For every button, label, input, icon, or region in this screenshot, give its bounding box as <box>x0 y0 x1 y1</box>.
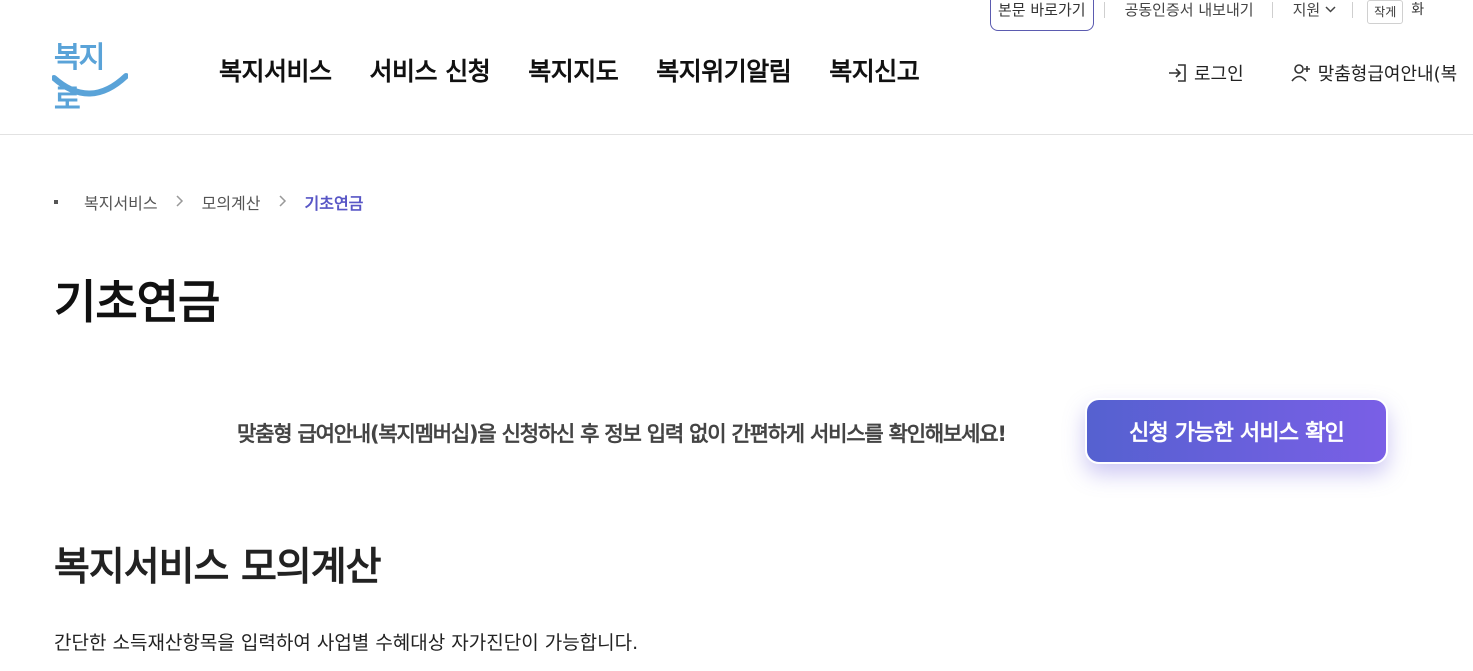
custom-benefit-label: 맞춤형급여안내(복 <box>1317 64 1458 85</box>
header-divider <box>0 134 1473 135</box>
nav-welfare-map[interactable]: 복지지도 <box>528 52 619 88</box>
site-logo[interactable]: 복지로 <box>52 34 128 116</box>
nav-crisis-alert[interactable]: 복지위기알림 <box>656 52 792 88</box>
nav-welfare-report[interactable]: 복지신고 <box>829 52 920 88</box>
breadcrumb-current: 기초연금 <box>304 194 364 213</box>
check-available-services-button[interactable]: 신청 가능한 서비스 확인 <box>1085 398 1388 464</box>
logo-smile-icon <box>52 73 128 97</box>
breadcrumb-home-dot <box>54 200 58 204</box>
breadcrumb: 복지서비스 모의계산 기초연금 <box>54 190 363 214</box>
nav-service-application[interactable]: 서비스 신청 <box>370 52 491 88</box>
section-title: 복지서비스 모의계산 <box>54 545 381 590</box>
login-link[interactable]: 로그인 <box>1166 60 1244 86</box>
utility-divider <box>1352 2 1354 18</box>
login-label: 로그인 <box>1194 64 1244 85</box>
skip-to-content-link[interactable]: 본문 바로가기 <box>990 0 1094 31</box>
breadcrumb-mock-calculation[interactable]: 모의계산 <box>202 190 261 214</box>
section-description: 간단한 소득재산항목을 입력하여 사업별 수혜대상 자가진단이 가능합니다. <box>54 632 639 654</box>
promo-text: 맞춤형 급여안내(복지멤버십)을 신청하신 후 정보 입력 없이 간편하게 서비… <box>237 422 1007 446</box>
utility-bar: 본문 바로가기 공동인증서 내보내기 지원 작게 화 <box>990 0 1424 31</box>
page: 본문 바로가기 공동인증서 내보내기 지원 작게 화 복지로 복지서비스 서비스… <box>0 0 1473 671</box>
font-size-button-partial[interactable]: 화 <box>1411 0 1424 20</box>
header-user-menu: 로그인 맞춤형급여안내(복 <box>1166 60 1457 86</box>
font-size-small-button[interactable]: 작게 <box>1367 0 1404 24</box>
chevron-right-icon <box>176 193 184 211</box>
custom-benefit-link[interactable]: 맞춤형급여안내(복 <box>1290 60 1458 86</box>
main-navigation: 복지서비스 서비스 신청 복지지도 복지위기알림 복지신고 <box>219 52 957 88</box>
page-title: 기초연금 <box>54 275 220 329</box>
support-label: 지원 <box>1292 1 1321 19</box>
support-dropdown[interactable]: 지원 <box>1273 0 1353 20</box>
cert-export-link[interactable]: 공동인증서 내보내기 <box>1105 0 1272 20</box>
login-arrow-icon <box>1166 62 1188 84</box>
user-plus-icon <box>1290 62 1312 84</box>
chevron-down-icon <box>1325 0 1336 20</box>
chevron-right-icon <box>278 193 287 211</box>
nav-welfare-services[interactable]: 복지서비스 <box>219 52 332 88</box>
breadcrumb-welfare-services[interactable]: 복지서비스 <box>84 190 158 214</box>
